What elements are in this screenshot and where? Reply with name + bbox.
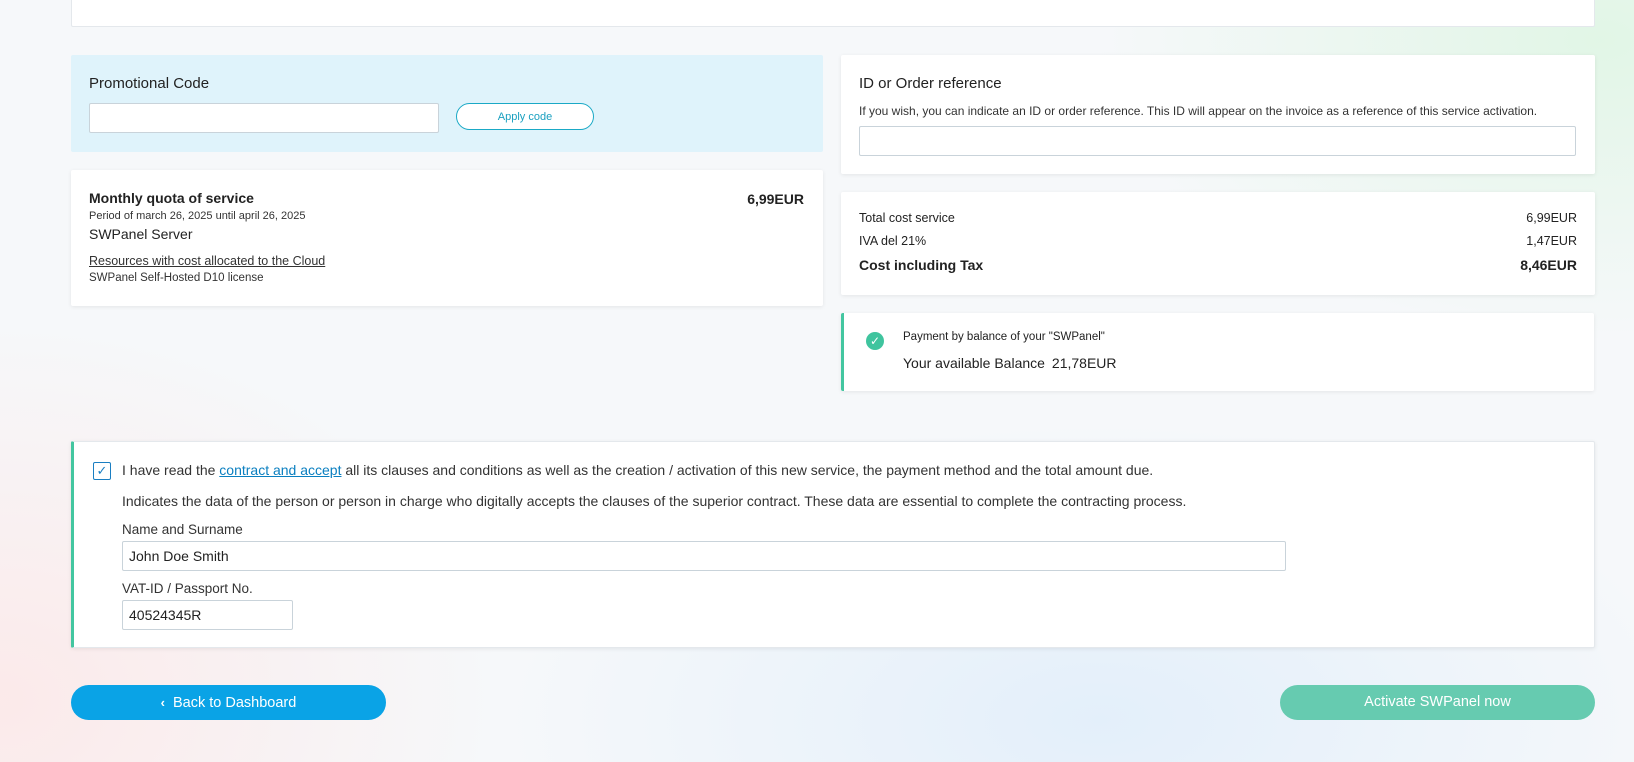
contract-acceptance-card: ✓ I have read the contract and accept al… [71,441,1595,648]
cost-including-tax-label: Cost including Tax [859,257,984,273]
available-balance-value: 21,78EUR [1051,355,1117,371]
accept-contract-text: I have read the contract and accept all … [122,462,1153,478]
activate-swpanel-button[interactable]: Activate SWPanel now [1280,685,1595,720]
total-cost-label: Total cost service [859,211,955,225]
monthly-quota-card: Monthly quota of service 6,99EUR Period … [71,170,823,306]
quota-price: 6,99EUR [747,191,804,207]
back-to-dashboard-button[interactable]: ‹ Back to Dashboard [71,685,386,720]
payment-method-text: Payment by balance of your "SWPanel" [903,331,1105,343]
contract-indication-text: Indicates the data of the person or pers… [122,493,1187,509]
cost-including-tax-value: 8,46EUR [1520,257,1577,273]
previous-section-card [71,0,1595,27]
accept-suffix: all its clauses and conditions as well a… [341,462,1154,478]
order-reference-input[interactable] [859,126,1576,156]
tax-label: IVA del 21% [859,234,927,248]
available-balance: Your available Balance 21,78EUR [903,355,1117,371]
quota-period: Period of march 26, 2025 until april 26,… [89,210,306,222]
name-surname-input[interactable]: John Doe Smith [122,541,1286,571]
faded-text-line [90,0,550,3]
license-name: SWPanel Self-Hosted D10 license [89,272,264,284]
order-reference-title: ID or Order reference [859,75,1002,92]
apply-code-button[interactable]: Apply code [456,103,594,130]
total-cost-value: 6,99EUR [1526,211,1577,225]
total-cost-row: Total cost service 6,99EUR [859,211,1577,225]
order-reference-description: If you wish, you can indicate an ID or o… [859,104,1538,118]
vat-id-label: VAT-ID / Passport No. [122,581,253,596]
promotional-code-input[interactable] [89,103,439,133]
vat-id-input[interactable]: 40524345R [122,600,293,630]
order-reference-card: ID or Order reference If you wish, you c… [841,55,1595,174]
tax-value: 1,47EUR [1526,234,1577,248]
promotional-code-card: Promotional Code Apply code [71,55,823,152]
resources-cost-link[interactable]: Resources with cost allocated to the Clo… [89,254,325,268]
name-surname-label: Name and Surname [122,522,243,537]
contract-link[interactable]: contract and accept [219,462,341,478]
accept-prefix: I have read the [122,462,220,478]
check-circle-icon: ✓ [866,332,884,350]
cost-including-tax-row: Cost including Tax 8,46EUR [859,257,1577,273]
tax-row: IVA del 21% 1,47EUR [859,234,1577,248]
promotional-code-title: Promotional Code [89,75,210,92]
chevron-left-icon: ‹ [160,695,165,710]
back-to-dashboard-label: Back to Dashboard [173,695,297,711]
quota-product: SWPanel Server [89,226,193,242]
quota-title: Monthly quota of service [89,190,254,206]
payment-method-card: ✓ Payment by balance of your "SWPanel" Y… [841,313,1594,391]
accept-contract-checkbox[interactable]: ✓ [93,462,111,480]
available-balance-label: Your available Balance [903,355,1045,371]
totals-card: Total cost service 6,99EUR IVA del 21% 1… [841,192,1595,295]
